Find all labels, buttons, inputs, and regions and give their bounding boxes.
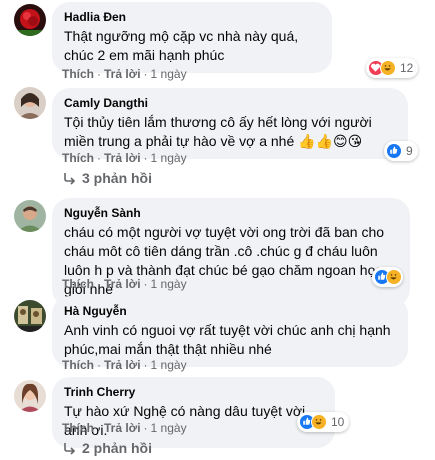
- reaction-count: 9: [406, 144, 413, 158]
- reply-button[interactable]: Trả lời: [104, 67, 141, 81]
- view-replies-button[interactable]: 2 phản hồi: [62, 440, 152, 456]
- comment-text: Anh vinh có nguoi vợ rất tuyệt vời chúc …: [64, 322, 391, 357]
- comment-author[interactable]: Hadlia Đen: [64, 9, 320, 25]
- avatar[interactable]: [14, 87, 46, 119]
- haha-icon: [311, 414, 327, 430]
- comment-actions: Thích · Trả lời · 1 ngày: [62, 358, 187, 372]
- like-button[interactable]: Thích: [62, 151, 94, 165]
- avatar[interactable]: [14, 4, 46, 36]
- view-replies-button[interactable]: 3 phản hồi: [62, 170, 152, 186]
- like-button[interactable]: Thích: [62, 358, 94, 372]
- comment-bubble: Hadlia Đen Thật ngưỡng mộ cặp vc nhà này…: [52, 2, 332, 73]
- reaction-count: 12: [400, 61, 414, 75]
- comment-text: Thật ngưỡng mộ cặp vc nhà này quá, chúc …: [64, 28, 299, 63]
- avatar[interactable]: [14, 380, 46, 412]
- haha-icon: [386, 269, 402, 285]
- comment-author[interactable]: Nguyễn Sành: [64, 205, 398, 221]
- reaction-summary[interactable]: [372, 267, 403, 287]
- avatar[interactable]: [14, 300, 46, 332]
- comment-author[interactable]: Camly Dangthi: [64, 95, 396, 111]
- like-button[interactable]: Thích: [62, 67, 94, 81]
- comment-time[interactable]: 1 ngày: [151, 277, 187, 291]
- comment-bubble: Trinh Cherry Tự hào xứ Nghệ có nàng dâu …: [52, 377, 335, 448]
- reply-button[interactable]: Trả lời: [104, 358, 141, 372]
- like-button[interactable]: Thích: [62, 277, 94, 291]
- comment-time[interactable]: 1 ngày: [151, 421, 187, 435]
- reply-button[interactable]: Trả lời: [104, 277, 141, 291]
- like-icon: [386, 143, 402, 159]
- avatar[interactable]: [14, 200, 46, 232]
- like-button[interactable]: Thích: [62, 421, 94, 435]
- replies-count[interactable]: 2 phản hồi: [82, 440, 152, 456]
- comment-author[interactable]: Hà Nguyễn: [64, 303, 396, 319]
- comment-time[interactable]: 1 ngày: [151, 67, 187, 81]
- reaction-summary[interactable]: 9: [384, 141, 418, 161]
- replies-count[interactable]: 3 phản hồi: [82, 170, 152, 186]
- comment-actions: Thích · Trả lời · 1 ngày: [62, 277, 187, 291]
- comment-time[interactable]: 1 ngày: [151, 358, 187, 372]
- comment-actions: Thích · Trả lời · 1 ngày: [62, 151, 187, 165]
- comment-author[interactable]: Trinh Cherry: [64, 384, 323, 400]
- reaction-summary[interactable]: 12: [366, 58, 419, 78]
- comment-actions: Thích · Trả lời · 1 ngày: [62, 67, 187, 81]
- reply-arrow-icon: [64, 173, 76, 185]
- comment-actions: Thích · Trả lời · 1 ngày: [62, 421, 187, 435]
- haha-icon: [380, 60, 396, 76]
- comment-bubble: Camly Dangthi Tội thủy tiên lắm thương c…: [52, 88, 408, 159]
- reaction-summary[interactable]: 10: [297, 412, 350, 432]
- reply-button[interactable]: Trả lời: [104, 421, 141, 435]
- comment-time[interactable]: 1 ngày: [151, 151, 187, 165]
- reaction-count: 10: [331, 415, 345, 429]
- comment-text: Tội thủy tiên lắm thương cô ấy hết lòng …: [64, 114, 372, 149]
- reply-button[interactable]: Trả lời: [104, 151, 141, 165]
- reply-arrow-icon: [64, 443, 76, 455]
